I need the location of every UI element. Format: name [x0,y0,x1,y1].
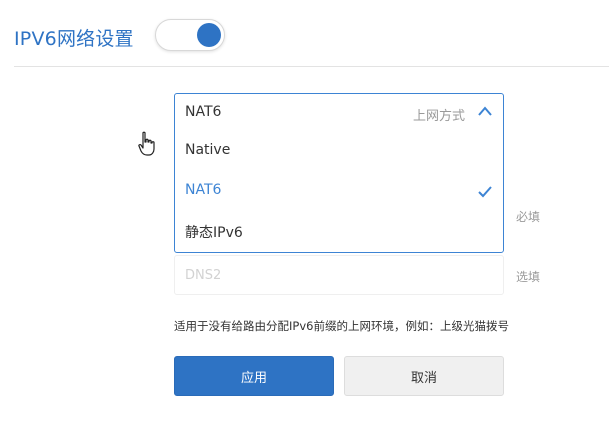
dns1-required-tag: 必填 [516,210,541,224]
header-divider [14,66,609,67]
ipv6-toggle[interactable] [155,19,225,51]
toggle-knob [197,23,221,47]
check-icon [478,186,492,198]
ipv6-settings-page: IPV6网络设置 必填 选填 NAT6 上网方式 Native NAT6 [0,0,609,427]
dropdown-selected-value: NAT6 [185,104,222,120]
dns2-field[interactable] [174,255,504,295]
option-label: 静态IPv6 [185,225,243,241]
dns2-optional-tag: 选填 [516,270,541,284]
cancel-button[interactable]: 取消 [344,356,504,396]
apply-button[interactable]: 应用 [174,356,334,396]
option-native[interactable]: Native [175,132,503,172]
option-static-ipv6[interactable]: 静态IPv6 [175,212,503,252]
option-label: NAT6 [185,182,222,198]
option-label: Native [185,142,231,158]
dns2-input[interactable] [175,256,495,294]
page-title: IPV6网络设置 [14,28,134,50]
option-nat6[interactable]: NAT6 [175,172,503,212]
dropdown-header[interactable]: NAT6 上网方式 [175,94,503,132]
help-note: 适用于没有给路由分配IPv6前缀的上网环境，例如：上级光猫拨号 [174,319,509,333]
dropdown-hint: 上网方式 [412,109,465,124]
connection-type-dropdown[interactable]: NAT6 上网方式 Native NAT6 静态IPv6 [174,93,504,253]
chevron-up-icon[interactable] [477,105,493,117]
hand-pointer-icon [138,131,155,156]
